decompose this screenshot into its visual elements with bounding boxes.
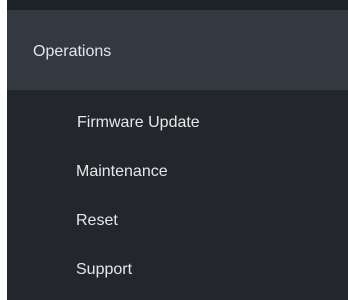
sidebar-section-label: Operations	[33, 43, 112, 60]
operations-submenu: Firmware Update Maintenance Reset Suppor…	[7, 100, 348, 296]
screen: Operations Firmware Update Maintenance R…	[0, 0, 348, 300]
sidebar-item-firmware-update[interactable]: Firmware Update	[7, 100, 348, 149]
sidebar-item-label: Firmware Update	[77, 114, 200, 131]
sidebar-top-divider	[7, 0, 348, 10]
sidebar-section-operations[interactable]: Operations	[7, 10, 348, 90]
sidebar-item-reset[interactable]: Reset	[7, 198, 348, 247]
sidebar-nav: Operations Firmware Update Maintenance R…	[7, 0, 348, 300]
sidebar-item-support[interactable]: Support	[7, 247, 348, 296]
sidebar-item-label: Support	[76, 261, 133, 278]
sidebar-item-maintenance[interactable]: Maintenance	[7, 149, 348, 198]
sidebar-item-label: Maintenance	[76, 163, 168, 180]
sidebar-item-label: Reset	[76, 212, 118, 229]
